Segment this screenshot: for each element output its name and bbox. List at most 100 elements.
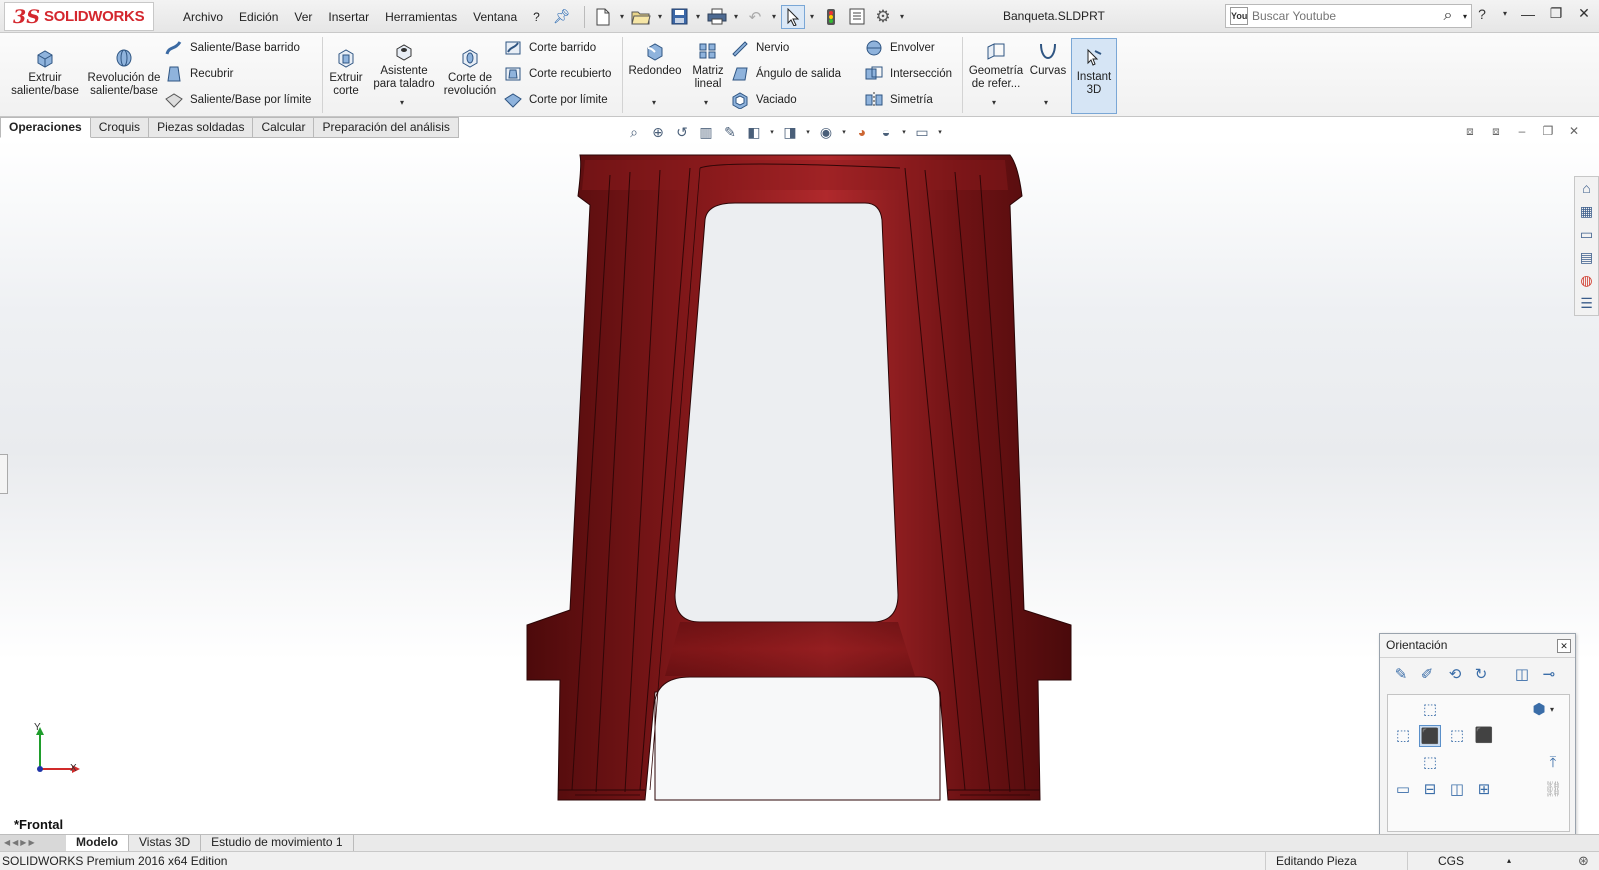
view-orientation-icon[interactable]: ◧ [744, 124, 764, 141]
extrude-boss-button[interactable]: Extruir saliente/base [6, 48, 84, 98]
minimize-icon[interactable]: — [1519, 6, 1537, 22]
tab-piezas-soldadas[interactable]: Piezas soldadas [149, 117, 254, 138]
pin-dialog-icon[interactable]: ⊸ [1538, 664, 1560, 686]
save-icon[interactable] [667, 5, 691, 29]
zoom-to-area-icon[interactable]: ⊕ [648, 124, 668, 141]
extrude-cut-button[interactable]: Extruir corte [324, 48, 368, 98]
print-dropdown-icon[interactable]: ▾ [731, 12, 741, 21]
tab-vistas-3d[interactable]: Vistas 3D [129, 835, 202, 851]
display-style-dropdown-icon[interactable]: ▾ [804, 128, 812, 136]
close-icon[interactable]: ✕ [1575, 5, 1593, 22]
options-gear-icon[interactable]: ⚙ [871, 5, 895, 29]
intersect-button[interactable]: Intersección [864, 64, 952, 84]
viewport-split-left-icon[interactable]: ⧈ [1463, 124, 1477, 139]
bottom-view-icon[interactable]: ⬚ [1419, 752, 1441, 774]
reference-geometry-dropdown-icon[interactable]: ▾ [992, 98, 996, 107]
menu-archivo[interactable]: Archivo [175, 10, 231, 24]
section-view-icon[interactable]: ▥ [696, 124, 716, 141]
new-view-icon[interactable]: ✎ [1390, 664, 1412, 686]
view-settings-dropdown-icon[interactable]: ▾ [936, 128, 944, 136]
new-dropdown-icon[interactable]: ▾ [617, 12, 627, 21]
file-explorer-icon[interactable]: ▭ [1575, 223, 1598, 246]
select-cursor-icon[interactable] [781, 4, 805, 29]
search-box[interactable]: You ⌕ ▾ [1225, 4, 1472, 28]
boundary-boss-button[interactable]: Saliente/Base por límite [164, 90, 311, 110]
pattern-dropdown-icon[interactable]: ▾ [704, 98, 708, 107]
tab-scroll-arrows-icon[interactable]: ◀◀▶▶ [0, 835, 66, 851]
dynamic-annotation-icon[interactable]: ✎ [720, 124, 740, 141]
top-view-icon[interactable]: ⬚ [1419, 699, 1441, 721]
apply-scene-icon[interactable]: ◒ [876, 124, 896, 140]
zoom-to-fit-icon[interactable]: ⌕ [624, 124, 644, 141]
left-view-icon[interactable]: ⬚ [1392, 725, 1414, 747]
search-icon[interactable]: ⌕ [1437, 7, 1459, 25]
view-settings-icon[interactable]: ▭ [912, 124, 932, 141]
fillet-dropdown-icon[interactable]: ▾ [652, 98, 656, 107]
menu-ventana[interactable]: Ventana [465, 10, 525, 24]
open-dropdown-icon[interactable]: ▾ [655, 12, 665, 21]
viewport-minimize-icon[interactable]: – [1515, 124, 1529, 139]
search-input[interactable] [1252, 9, 1437, 23]
menu-ver[interactable]: Ver [286, 10, 320, 24]
viewport-restore-icon[interactable]: ❐ [1541, 124, 1555, 139]
quick-tips-icon[interactable]: ⊛ [1578, 852, 1589, 870]
hole-wizard-dropdown-icon[interactable]: ▾ [400, 98, 404, 107]
select-dropdown-icon[interactable]: ▾ [807, 12, 817, 21]
revolve-cut-button[interactable]: Corte de revolución [440, 48, 500, 98]
custom-properties-icon[interactable]: ☰ [1575, 292, 1598, 315]
curves-dropdown-icon[interactable]: ▾ [1044, 98, 1048, 107]
tab-croquis[interactable]: Croquis [90, 117, 150, 138]
viewport-close-icon[interactable]: ✕ [1567, 124, 1581, 139]
menu-insertar[interactable]: Insertar [320, 10, 377, 24]
pin-menu-icon[interactable]: 📌︎ [553, 8, 571, 25]
rib-button[interactable]: Nervio [730, 38, 789, 58]
orientation-cube-icon[interactable]: ◫ [1511, 664, 1533, 686]
two-view-horizontal-icon[interactable]: ⊟ [1419, 779, 1441, 801]
single-view-icon[interactable]: ▭ [1392, 779, 1414, 801]
rebuild-traffic-light-icon[interactable] [819, 5, 843, 29]
feature-tree-handle[interactable] [0, 454, 8, 494]
restore-icon[interactable]: ❐ [1547, 5, 1565, 22]
swept-cut-button[interactable]: Corte barrido [503, 38, 596, 58]
reference-geometry-button[interactable]: Geometría de refer... [965, 41, 1027, 91]
previous-view-icon[interactable]: ↺ [672, 124, 692, 141]
home-icon[interactable]: ⌂ [1575, 177, 1598, 200]
fillet-button[interactable]: Redondeo [626, 41, 684, 78]
view-orientation-dropdown-icon[interactable]: ▾ [768, 128, 776, 136]
tab-preparacion-analisis[interactable]: Preparación del análisis [314, 117, 459, 138]
search-dropdown-icon[interactable]: ▾ [1459, 12, 1471, 21]
hide-show-dropdown-icon[interactable]: ▾ [840, 128, 848, 136]
draft-button[interactable]: Ángulo de salida [730, 64, 841, 84]
normal-to-icon[interactable]: ⤒ [1542, 752, 1564, 774]
loft-cut-button[interactable]: Corte recubierto [503, 64, 611, 84]
menu-help[interactable]: ? [525, 10, 548, 24]
tab-operaciones[interactable]: Operaciones [0, 117, 91, 138]
orientation-close-icon[interactable]: ✕ [1557, 639, 1571, 653]
view-palette-icon[interactable]: ▤ [1575, 246, 1598, 269]
hide-show-items-icon[interactable]: ◉ [816, 124, 836, 141]
graphics-area[interactable]: Y X ⌂ ▦ ▭ ▤ ◍ ☰ [0, 139, 1599, 834]
reset-standard-views-icon[interactable]: ⟲ [1444, 664, 1466, 686]
curves-button[interactable]: Curvas [1029, 41, 1067, 78]
tab-calcular[interactable]: Calcular [253, 117, 315, 138]
wrap-button[interactable]: Envolver [864, 38, 935, 58]
undo-dropdown-icon[interactable]: ▾ [769, 12, 779, 21]
file-properties-icon[interactable] [845, 5, 869, 29]
mirror-button[interactable]: Simetría [864, 90, 933, 110]
boundary-cut-button[interactable]: Corte por límite [503, 90, 608, 110]
new-document-icon[interactable] [591, 5, 615, 29]
two-view-vertical-icon[interactable]: ◫ [1446, 779, 1468, 801]
revolve-boss-button[interactable]: Revolución de saliente/base [86, 48, 162, 98]
tab-estudio-movimiento[interactable]: Estudio de movimiento 1 [201, 835, 354, 851]
design-library-icon[interactable]: ▦ [1575, 200, 1598, 223]
unit-system[interactable]: CGS [1407, 852, 1507, 870]
right-view-icon[interactable]: ⬚ [1446, 725, 1468, 747]
undo-icon[interactable]: ↶ [743, 5, 767, 29]
help-icon[interactable]: ? [1473, 6, 1491, 22]
appearances-icon[interactable]: ◍ [1575, 269, 1598, 292]
menu-herramientas[interactable]: Herramientas [377, 10, 465, 24]
hole-wizard-button[interactable]: Asistente para taladro [372, 41, 436, 91]
back-view-icon[interactable]: ⬛ [1473, 725, 1495, 747]
options-dropdown-icon[interactable]: ▾ [897, 12, 907, 21]
loft-boss-button[interactable]: Recubrir [164, 64, 233, 84]
